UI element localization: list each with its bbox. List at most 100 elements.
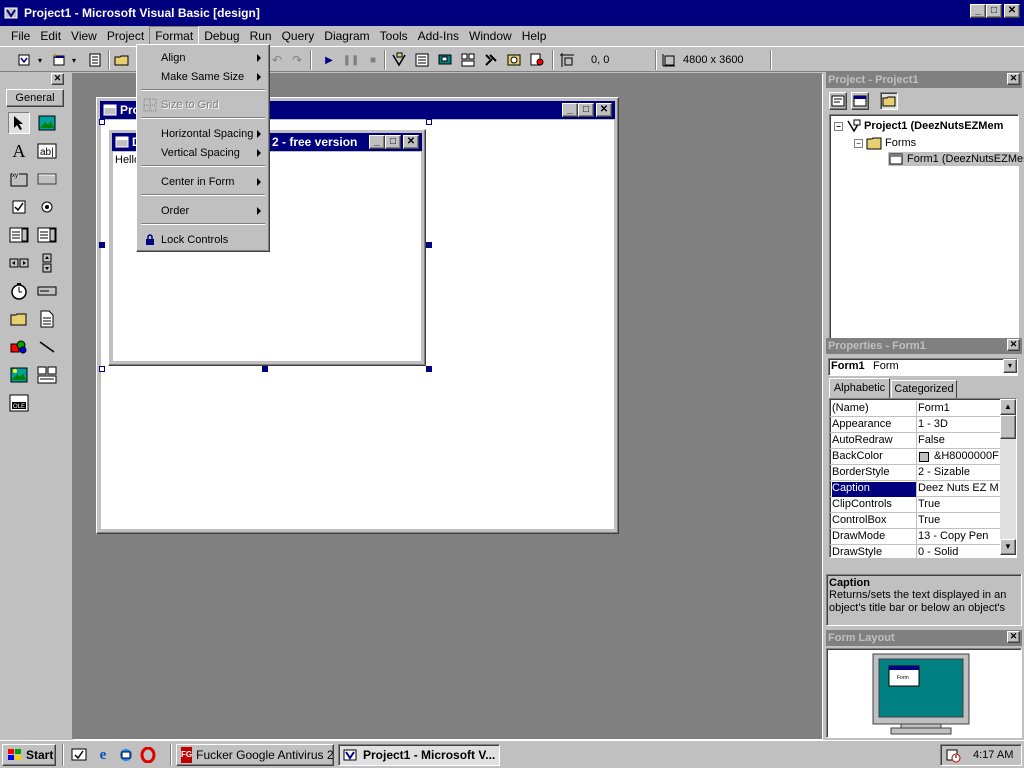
scheduler-icon[interactable] (945, 747, 961, 763)
menu-tools[interactable]: Tools (375, 27, 413, 45)
menu-run[interactable]: Run (245, 27, 277, 45)
tab-categorized[interactable]: Categorized (891, 380, 957, 398)
menu-item-lock-controls[interactable]: Lock Controls (140, 231, 267, 249)
shape-tool-icon[interactable] (8, 336, 30, 358)
collapse-icon[interactable]: − (854, 138, 863, 148)
form-minimize-button[interactable]: _ (369, 135, 385, 149)
form-layout-close-button[interactable]: ✕ (1007, 631, 1020, 643)
minimize-button[interactable]: _ (970, 4, 986, 18)
menu-view[interactable]: View (66, 27, 102, 45)
collapse-icon[interactable]: − (834, 121, 843, 131)
property-row[interactable]: BackColor &H8000000F (830, 449, 1002, 465)
resize-handle-w[interactable] (99, 242, 105, 248)
ole-tool-icon[interactable]: OLE (8, 392, 30, 414)
hscrollbar-tool-icon[interactable] (8, 252, 30, 274)
designer-maximize-button[interactable]: □ (578, 103, 594, 117)
toolbox-icon[interactable] (482, 51, 500, 69)
resize-handle-e[interactable] (426, 242, 432, 248)
redo-icon[interactable]: ↷ (288, 51, 306, 69)
vb-app-icon[interactable] (4, 5, 20, 21)
menu-item-order[interactable]: Order (140, 202, 267, 220)
designer-close-button[interactable]: ✕ (596, 103, 612, 117)
listbox-tool-icon[interactable] (36, 224, 58, 246)
dirlistbox-tool-icon[interactable] (8, 308, 30, 330)
menu-editor-icon[interactable] (86, 51, 104, 69)
property-row[interactable]: AutoRedraw False (830, 433, 1002, 449)
frame-tool-icon[interactable]: xy (8, 168, 30, 190)
property-row-selected[interactable]: Caption Deez Nuts EZ M (830, 481, 1002, 497)
resize-handle-sw[interactable] (99, 366, 105, 372)
internet-explorer-icon[interactable]: e (94, 746, 112, 764)
menu-format[interactable]: Format (149, 26, 200, 46)
clock[interactable]: 4:17 AM (973, 749, 1013, 761)
label-tool-icon[interactable]: A (8, 140, 30, 162)
task-button-antivirus[interactable]: FG Fucker Google Antivirus 2... (176, 744, 334, 766)
designer-minimize-button[interactable]: _ (562, 103, 578, 117)
scroll-thumb[interactable] (1000, 415, 1016, 439)
end-icon[interactable]: ■ (364, 51, 382, 69)
menu-window[interactable]: Window (464, 27, 517, 45)
property-row[interactable]: ControlBox True (830, 513, 1002, 529)
form-layout-canvas[interactable]: Form (826, 648, 1022, 738)
maximize-button[interactable]: □ (986, 4, 1002, 18)
menu-item-size-to-grid[interactable]: Size to Grid (140, 96, 267, 114)
menu-item-vertical-spacing[interactable]: Vertical Spacing (140, 144, 267, 162)
menu-query[interactable]: Query (277, 27, 320, 45)
picturebox-icon[interactable] (36, 112, 58, 134)
optionbutton-tool-icon[interactable] (36, 196, 58, 218)
toggle-folders-icon[interactable] (880, 92, 898, 110)
close-button[interactable]: ✕ (1004, 4, 1020, 18)
dropdown-arrow-icon[interactable]: ▾ (36, 51, 44, 69)
resize-handle-s[interactable] (262, 366, 268, 372)
scroll-up-icon[interactable]: ▲ (1000, 399, 1016, 415)
view-object-icon[interactable] (851, 92, 869, 110)
commandbutton-tool-icon[interactable] (36, 168, 58, 190)
menu-edit[interactable]: Edit (35, 27, 66, 45)
data-view-icon[interactable] (505, 51, 523, 69)
menu-project[interactable]: Project (102, 27, 149, 45)
menu-item-align[interactable]: Align (140, 49, 267, 67)
properties-window-icon[interactable] (413, 51, 431, 69)
outlook-express-icon[interactable] (117, 746, 135, 764)
property-row[interactable]: BorderStyle 2 - Sizable (830, 465, 1002, 481)
form-close-button[interactable]: ✕ (403, 135, 419, 149)
pointer-icon[interactable] (8, 112, 30, 134)
view-code-icon[interactable] (829, 92, 847, 110)
vscrollbar-tool-icon[interactable] (36, 252, 58, 274)
property-row[interactable]: ClipControls True (830, 497, 1002, 513)
show-desktop-icon[interactable] (70, 746, 88, 764)
break-icon[interactable]: ❚❚ (342, 51, 360, 69)
tab-alphabetic[interactable]: Alphabetic (829, 378, 890, 398)
checkbox-tool-icon[interactable] (8, 196, 30, 218)
tree-item-forms[interactable]: − Forms (854, 136, 916, 150)
menu-debug[interactable]: Debug (199, 27, 244, 45)
resize-handle-ne[interactable] (426, 119, 432, 125)
opera-icon[interactable] (139, 746, 157, 764)
add-project-icon[interactable] (16, 51, 34, 69)
property-row[interactable]: DrawStyle 0 - Solid (830, 545, 1002, 561)
form-maximize-button[interactable]: □ (385, 135, 401, 149)
add-form-icon[interactable]: ✦ (50, 51, 68, 69)
object-browser-icon[interactable] (459, 51, 477, 69)
project-explorer-icon[interactable] (390, 51, 408, 69)
timer-tool-icon[interactable] (8, 280, 30, 302)
dropdown-arrow-icon[interactable]: ▾ (70, 51, 78, 69)
start-run-icon[interactable]: ▶ (320, 51, 338, 69)
line-tool-icon[interactable] (36, 336, 58, 358)
resize-handle-nw[interactable] (99, 119, 105, 125)
properties-close-button[interactable]: ✕ (1007, 339, 1020, 351)
component-manager-icon[interactable] (528, 51, 546, 69)
undo-icon[interactable]: ↶ (268, 51, 286, 69)
property-row[interactable]: Appearance 1 - 3D (830, 417, 1002, 433)
combobox-tool-icon[interactable] (8, 224, 30, 246)
open-folder-icon[interactable] (113, 51, 131, 69)
menu-addins[interactable]: Add-Ins (413, 27, 464, 45)
object-selector[interactable]: Form1 Form ▾ (828, 358, 1018, 376)
menu-item-make-same-size[interactable]: Make Same Size (140, 68, 267, 86)
tree-item-project1[interactable]: − Project1 (DeezNutsEZMem (834, 119, 1003, 133)
menu-diagram[interactable]: Diagram (319, 27, 374, 45)
project-explorer-close-button[interactable]: ✕ (1007, 73, 1020, 85)
task-button-vb[interactable]: Project1 - Microsoft V... (338, 744, 500, 766)
data-tool-icon[interactable] (36, 364, 58, 386)
menu-item-center-in-form[interactable]: Center in Form (140, 173, 267, 191)
